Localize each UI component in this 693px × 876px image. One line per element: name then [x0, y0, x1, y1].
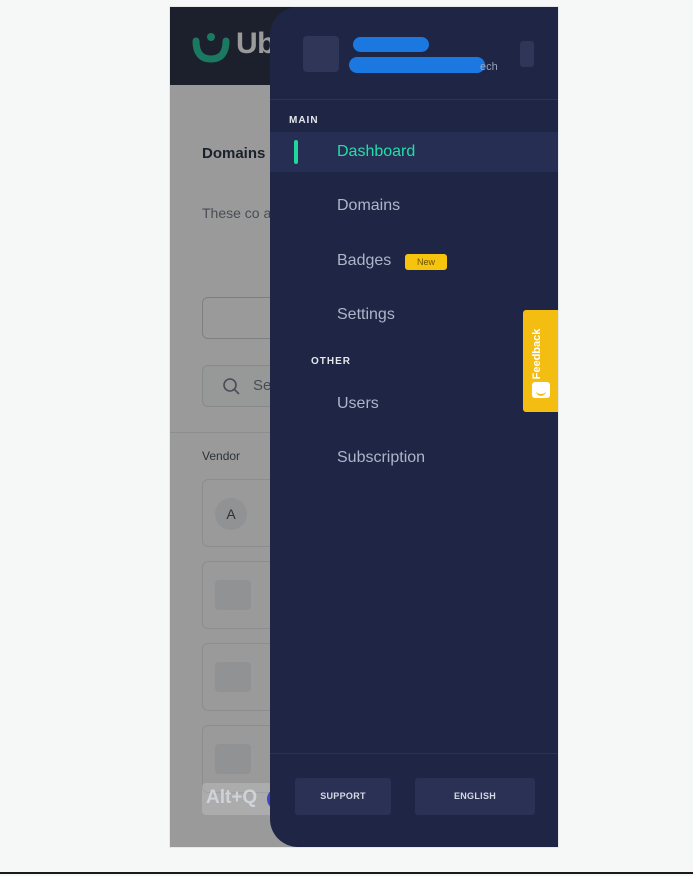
navigation-drawer: ech MAIN Dashboard Domains Badges New Se…: [270, 7, 558, 847]
nav-item-label: Subscription: [337, 449, 426, 466]
section-other-label: OTHER: [311, 356, 351, 367]
nav-item-dashboard[interactable]: Dashboard: [270, 132, 558, 172]
nav-item-label: Domains: [337, 197, 401, 214]
nav-item-label: Badges: [337, 252, 392, 269]
nav-item-label: Users: [337, 395, 379, 412]
window-bottom-edge: [0, 872, 693, 874]
org-subtitle-redacted: [349, 57, 485, 73]
smiley-icon: [532, 382, 550, 398]
nav-item-settings[interactable]: Settings: [270, 295, 558, 335]
org-avatar[interactable]: [303, 36, 339, 72]
drawer-toggle-button[interactable]: [520, 41, 534, 67]
feedback-label: Feedback: [531, 328, 543, 380]
section-main-label: MAIN: [289, 115, 319, 126]
drawer-divider: [270, 99, 558, 100]
active-indicator: [294, 140, 298, 164]
nav-item-label: Settings: [337, 306, 395, 323]
drawer-footer-divider: [270, 753, 558, 754]
nav-item-domains[interactable]: Domains: [270, 186, 558, 226]
nav-item-label: Dashboard: [337, 143, 416, 160]
org-subtitle-suffix: ech: [480, 61, 498, 73]
org-name-redacted: [353, 37, 429, 52]
nav-item-badges[interactable]: Badges New: [270, 241, 558, 281]
app-frame: Ub Domains explicit c These co and put y…: [170, 7, 558, 847]
support-button[interactable]: SUPPORT: [295, 778, 391, 815]
new-badge: New: [405, 254, 447, 270]
nav-item-subscription[interactable]: Subscription: [270, 438, 558, 478]
feedback-tab[interactable]: Feedback: [523, 310, 558, 412]
hotkey-label: Alt+Q: [206, 787, 258, 808]
language-button[interactable]: ENGLISH: [415, 778, 535, 815]
nav-item-users[interactable]: Users: [270, 384, 558, 424]
